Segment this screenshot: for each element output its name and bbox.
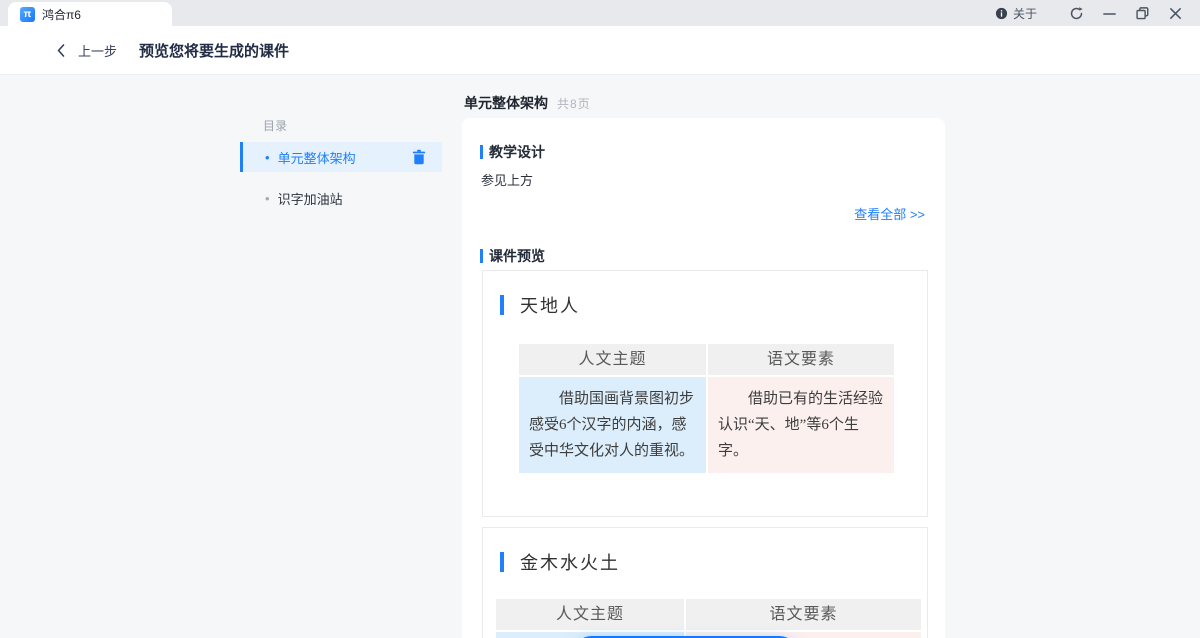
refresh-button[interactable] (1060, 0, 1093, 26)
restore-icon (1135, 6, 1150, 21)
column-header: 语文要素 (708, 344, 894, 375)
section-bar (480, 145, 483, 159)
app-tab[interactable]: π 鸿合π6 (8, 2, 172, 26)
app-header: 上一步 预览您将要生成的课件 (0, 26, 1200, 75)
teaching-design-body: 参见上方 (481, 170, 533, 189)
preview-panel: 教学设计 参见上方 查看全部 >> 课件预览 天地人 人文主题 语文要素 借助国… (462, 118, 945, 638)
back-label: 上一步 (78, 41, 117, 60)
catalog-title: 目录 (263, 117, 287, 134)
sidebar-item-label: 识字加油站 (278, 189, 343, 208)
sidebar-item-unit-structure[interactable]: • 单元整体架构 (240, 142, 442, 172)
window-tab-bar: π 鸿合π6 关于 (0, 0, 1200, 26)
table-cell-language: 借助已有的生活经验认识“天、地”等6个生字。 (708, 377, 894, 473)
preview-card-jinmushuihuotu: 金木水火土 人文主题 语文要素 借助听读、联系生活、看图想象 (482, 527, 928, 638)
card-title: 金木水火土 (520, 549, 620, 575)
section-bar (480, 249, 483, 263)
app-logo-icon: π (20, 7, 35, 22)
page-count: 共8页 (557, 95, 591, 112)
card-title: 天地人 (520, 292, 580, 318)
close-icon (1168, 6, 1183, 21)
content-area: 目录 • 单元整体架构 • 识字加油站 单元整体架构 共8页 教学设计 参见上方… (0, 75, 1200, 638)
app-tab-title: 鸿合π6 (42, 6, 81, 23)
card-table: 人文主题 语文要素 借助国画背景图初步感受6个汉字的内涵，感受中华文化对人的重视… (519, 344, 894, 473)
column-header: 语文要素 (686, 599, 921, 630)
content-title: 单元整体架构 (464, 93, 548, 113)
close-button[interactable] (1159, 0, 1192, 26)
chevron-left-icon (57, 44, 65, 57)
refresh-icon (1069, 6, 1084, 21)
column-header: 人文主题 (519, 344, 706, 375)
info-icon (995, 7, 1008, 20)
card-bar (500, 552, 504, 572)
sidebar-item-label: 单元整体架构 (278, 148, 356, 167)
sidebar-item-literacy-station[interactable]: • 识字加油站 (240, 183, 442, 213)
bullet-icon: • (265, 150, 270, 165)
page-title: 预览您将要生成的课件 (139, 40, 289, 61)
about-button[interactable]: 关于 (986, 0, 1046, 26)
trash-icon[interactable] (412, 149, 426, 165)
minimize-button[interactable] (1093, 0, 1126, 26)
column-header: 人文主题 (496, 599, 684, 630)
about-label: 关于 (1013, 5, 1037, 22)
table-cell-humanities: 借助国画背景图初步感受6个汉字的内涵，感受中华文化对人的重视。 (519, 377, 706, 473)
minimize-icon (1102, 6, 1117, 21)
teaching-design-section-title: 教学设计 (480, 142, 545, 162)
card-table: 人文主题 语文要素 借助听读、联系生活、看图想象 (496, 599, 921, 638)
courseware-preview-section-title: 课件预览 (480, 246, 545, 266)
restore-button[interactable] (1126, 0, 1159, 26)
bullet-icon: • (265, 191, 270, 206)
card-bar (500, 295, 504, 315)
back-button[interactable]: 上一步 (57, 41, 117, 60)
preview-card-tiandiren: 天地人 人文主题 语文要素 借助国画背景图初步感受6个汉字的内涵，感受中华文化对… (482, 270, 928, 517)
view-all-link[interactable]: 查看全部 >> (854, 204, 925, 223)
